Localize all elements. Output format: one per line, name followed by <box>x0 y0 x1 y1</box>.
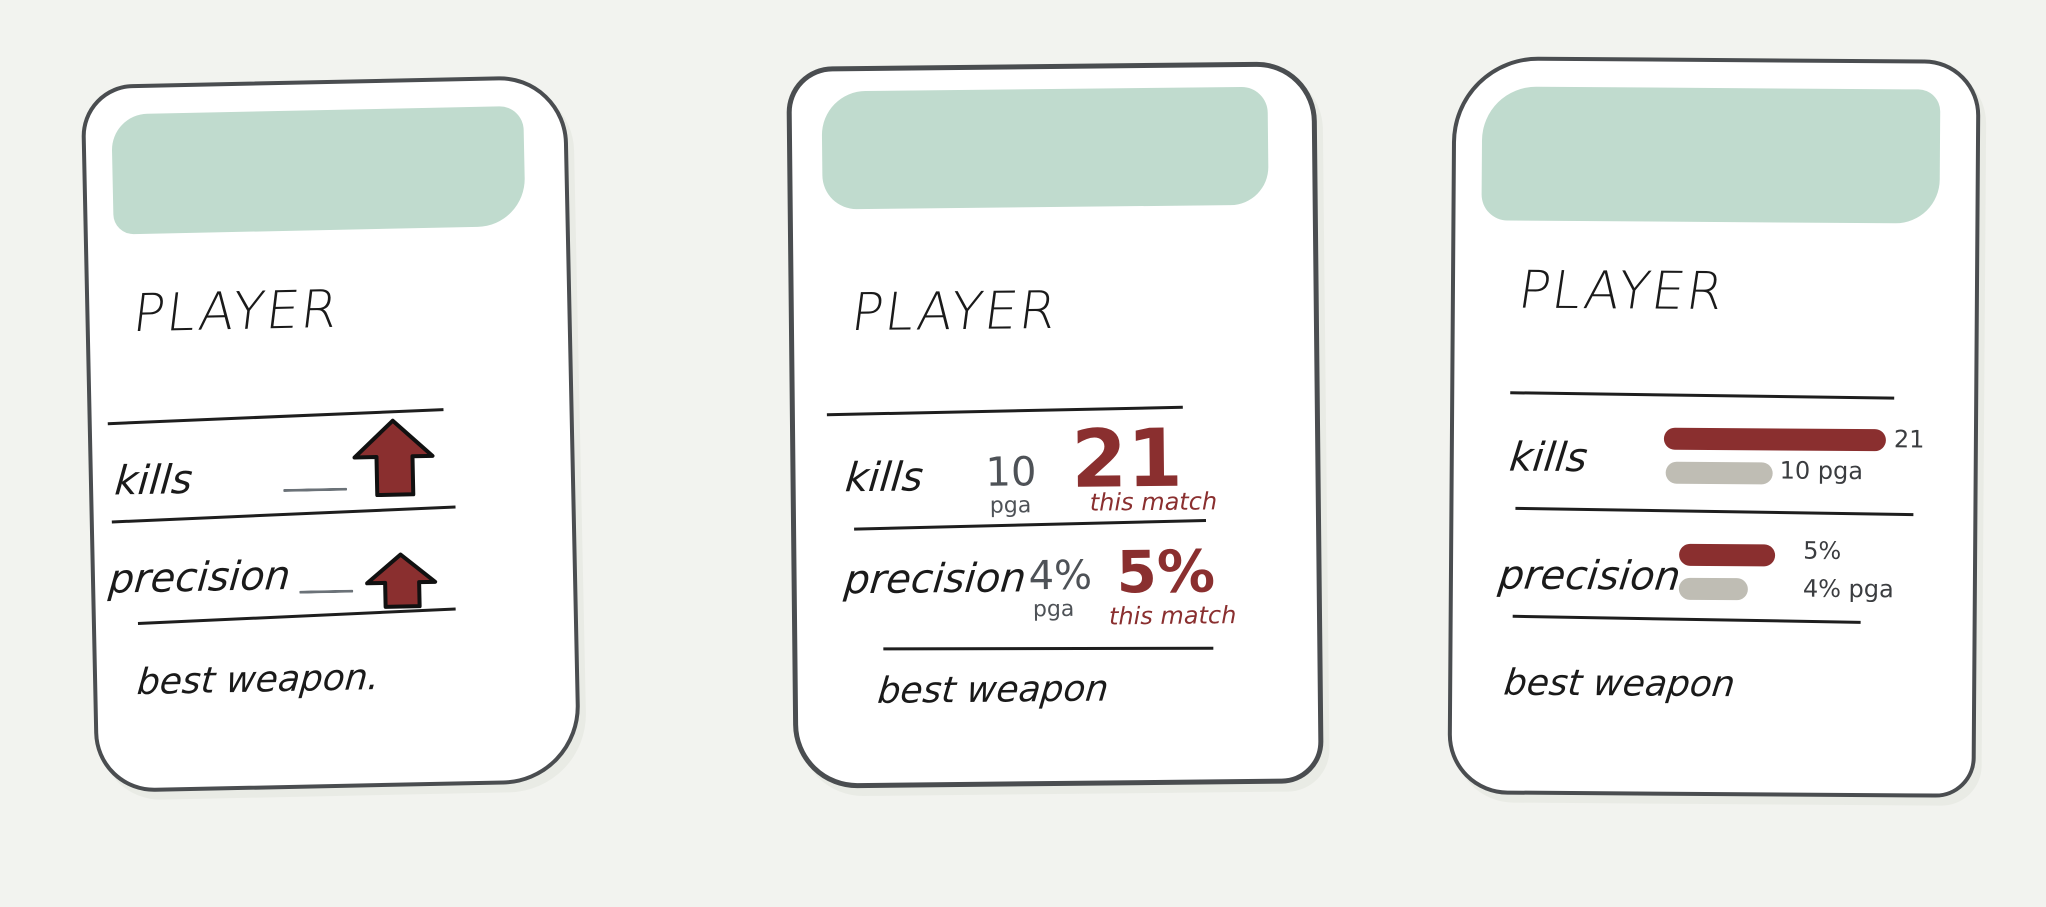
best-weapon-label: best weapon. <box>135 657 381 704</box>
divider <box>883 646 1214 651</box>
precision-average-value: 4% pga <box>1802 574 1894 604</box>
precision-match-value: 5% <box>1803 536 1842 565</box>
precision-label: precision <box>842 555 1029 604</box>
player-title: PLAYER <box>1514 260 1730 323</box>
kills-average-note: pga <box>989 493 1032 519</box>
player-card-arrows: PLAYER kills precision best weapon. <box>80 74 582 794</box>
divider <box>1512 614 1861 624</box>
precision-average-note: pga <box>1032 596 1075 623</box>
precision-up-arrow-icon <box>365 552 438 609</box>
player-card-numbers: PLAYER kills 10 pga 21 this match precis… <box>786 61 1324 789</box>
precision-label: precision <box>1496 552 1683 600</box>
player-title: PLAYER <box>847 280 1062 344</box>
kills-label: kills <box>1507 434 1590 482</box>
player-title: PLAYER <box>129 279 343 345</box>
kills-dash <box>283 487 348 493</box>
precision-dash <box>299 589 354 594</box>
kills-label: kills <box>113 456 195 505</box>
precision-label: precision <box>107 552 293 603</box>
kills-match-value: 21 <box>1893 425 1925 454</box>
kills-average-value: 10 <box>985 449 1037 496</box>
divider <box>1510 391 1895 400</box>
kills-average-bar <box>1665 461 1773 485</box>
kills-match-bar <box>1663 427 1886 452</box>
kills-match-note: this match <box>1089 487 1218 517</box>
card-header-image <box>1481 86 1941 224</box>
best-weapon-label: best weapon <box>875 668 1111 712</box>
card-header-image <box>111 105 526 235</box>
kills-average-value: 10 pga <box>1779 456 1864 486</box>
precision-match-bar <box>1679 543 1776 567</box>
player-card-bars: PLAYER kills 21 10 pga precision 5% 4% p… <box>1447 56 1981 798</box>
divider <box>854 518 1207 531</box>
precision-average-value: 4% <box>1028 552 1093 600</box>
best-weapon-label: best weapon <box>1501 662 1738 706</box>
kills-up-arrow-icon <box>352 418 435 498</box>
divider <box>1515 506 1914 517</box>
precision-match-note: this match <box>1108 601 1237 631</box>
divider <box>111 505 456 524</box>
precision-match-value: 5% <box>1116 537 1216 607</box>
divider <box>137 607 456 625</box>
sketch-canvas: PLAYER kills precision best weapon. PLAY… <box>0 0 2046 907</box>
precision-average-bar <box>1678 577 1749 601</box>
kills-label: kills <box>843 454 926 502</box>
card-header-image <box>821 86 1269 210</box>
